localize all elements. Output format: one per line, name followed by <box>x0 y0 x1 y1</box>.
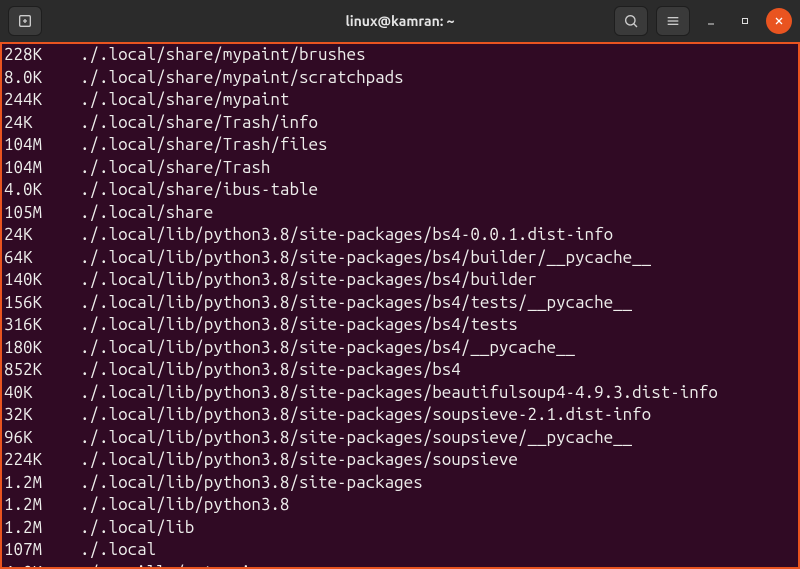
size-value: 104M <box>2 134 62 157</box>
size-value: 140K <box>2 269 62 292</box>
size-value: 4.0K <box>2 179 62 202</box>
size-value: 64K <box>2 247 62 270</box>
path-value: ./.local/lib/python3.8/site-packages/bs4… <box>62 224 613 247</box>
terminal-window: linux@kamran: ~ <box>0 0 800 569</box>
output-line: 104M./.local/share/Trash <box>2 157 798 180</box>
path-value: ./.local/share/ibus-table <box>62 179 318 202</box>
output-line: 64K./.local/lib/python3.8/site-packages/… <box>2 247 798 270</box>
size-value: 8.0K <box>2 67 62 90</box>
size-value: 4.0K <box>2 562 62 569</box>
output-line: 40K./.local/lib/python3.8/site-packages/… <box>2 382 798 405</box>
output-line: 156K./.local/lib/python3.8/site-packages… <box>2 292 798 315</box>
size-value: 244K <box>2 89 62 112</box>
path-value: ./.local/share/Trash <box>62 157 270 180</box>
output-line: 1.2M./.local/lib <box>2 517 798 540</box>
output-line: 228K./.local/share/mypaint/brushes <box>2 44 798 67</box>
minimize-icon <box>705 15 717 27</box>
path-value: ./.local/share/mypaint/brushes <box>62 44 366 67</box>
output-line: 105M./.local/share <box>2 202 798 225</box>
menu-button[interactable] <box>656 6 690 36</box>
output-line: 224K./.local/lib/python3.8/site-packages… <box>2 449 798 472</box>
size-value: 852K <box>2 359 62 382</box>
path-value: ./.local/lib/python3.8/site-packages/bea… <box>62 382 718 405</box>
close-icon <box>773 15 785 27</box>
path-value: ./.local/lib/python3.8/site-packages/bs4 <box>62 359 461 382</box>
size-value: 156K <box>2 292 62 315</box>
output-line: 8.0K./.local/share/mypaint/scratchpads <box>2 67 798 90</box>
output-line: 852K./.local/lib/python3.8/site-packages… <box>2 359 798 382</box>
size-value: 1.2M <box>2 494 62 517</box>
path-value: ./.local/lib/python3.8/site-packages/sou… <box>62 404 651 427</box>
output-line: 104M./.local/share/Trash/files <box>2 134 798 157</box>
size-value: 96K <box>2 427 62 450</box>
path-value: ./.local/share/mypaint/scratchpads <box>62 67 404 90</box>
output-line: 107M./.local <box>2 539 798 562</box>
output-line: 140K./.local/lib/python3.8/site-packages… <box>2 269 798 292</box>
path-value: ./.local/lib/python3.8/site-packages/bs4… <box>62 247 651 270</box>
output-line: 24K./.local/lib/python3.8/site-packages/… <box>2 224 798 247</box>
search-icon <box>623 13 639 29</box>
output-line: 4.0K./.local/share/ibus-table <box>2 179 798 202</box>
path-value: ./.local/lib/python3.8/site-packages/bs4… <box>62 292 632 315</box>
size-value: 180K <box>2 337 62 360</box>
size-value: 107M <box>2 539 62 562</box>
size-value: 104M <box>2 157 62 180</box>
path-value: ./.local/lib/python3.8 <box>62 494 289 517</box>
size-value: 228K <box>2 44 62 67</box>
path-value: ./.mozilla/extensions <box>62 562 280 569</box>
output-line: 1.2M./.local/lib/python3.8/site-packages <box>2 472 798 495</box>
path-value: ./.local/share <box>62 202 213 225</box>
size-value: 24K <box>2 224 62 247</box>
maximize-icon <box>739 15 751 27</box>
terminal-body[interactable]: 228K./.local/share/mypaint/brushes8.0K./… <box>0 42 800 569</box>
maximize-button[interactable] <box>732 8 758 34</box>
size-value: 224K <box>2 449 62 472</box>
size-value: 316K <box>2 314 62 337</box>
size-value: 40K <box>2 382 62 405</box>
titlebar: linux@kamran: ~ <box>0 0 800 42</box>
path-value: ./.local/share/Trash/info <box>62 112 318 135</box>
search-button[interactable] <box>614 6 648 36</box>
size-value: 105M <box>2 202 62 225</box>
path-value: ./.local/share/Trash/files <box>62 134 328 157</box>
path-value: ./.local/share/mypaint <box>62 89 289 112</box>
path-value: ./.local <box>62 539 156 562</box>
path-value: ./.local/lib/python3.8/site-packages/bs4… <box>62 269 537 292</box>
output-line: 316K./.local/lib/python3.8/site-packages… <box>2 314 798 337</box>
size-value: 1.2M <box>2 472 62 495</box>
output-line: 180K./.local/lib/python3.8/site-packages… <box>2 337 798 360</box>
new-tab-button[interactable] <box>8 6 42 36</box>
output-line: 1.2M./.local/lib/python3.8 <box>2 494 798 517</box>
path-value: ./.local/lib/python3.8/site-packages/sou… <box>62 449 518 472</box>
path-value: ./.local/lib/python3.8/site-packages/bs4… <box>62 337 575 360</box>
output-line: 24K./.local/share/Trash/info <box>2 112 798 135</box>
size-value: 24K <box>2 112 62 135</box>
output-line: 244K./.local/share/mypaint <box>2 89 798 112</box>
hamburger-icon <box>665 13 681 29</box>
path-value: ./.local/lib/python3.8/site-packages <box>62 472 423 495</box>
path-value: ./.local/lib <box>62 517 194 540</box>
path-value: ./.local/lib/python3.8/site-packages/bs4… <box>62 314 518 337</box>
output-line: 96K./.local/lib/python3.8/site-packages/… <box>2 427 798 450</box>
titlebar-right <box>614 6 792 36</box>
output-line: 32K./.local/lib/python3.8/site-packages/… <box>2 404 798 427</box>
close-button[interactable] <box>766 8 792 34</box>
minimize-button[interactable] <box>698 8 724 34</box>
output-line: 4.0K./.mozilla/extensions <box>2 562 798 569</box>
new-tab-icon <box>17 13 33 29</box>
titlebar-left <box>8 6 42 36</box>
size-value: 1.2M <box>2 517 62 540</box>
path-value: ./.local/lib/python3.8/site-packages/sou… <box>62 427 632 450</box>
size-value: 32K <box>2 404 62 427</box>
